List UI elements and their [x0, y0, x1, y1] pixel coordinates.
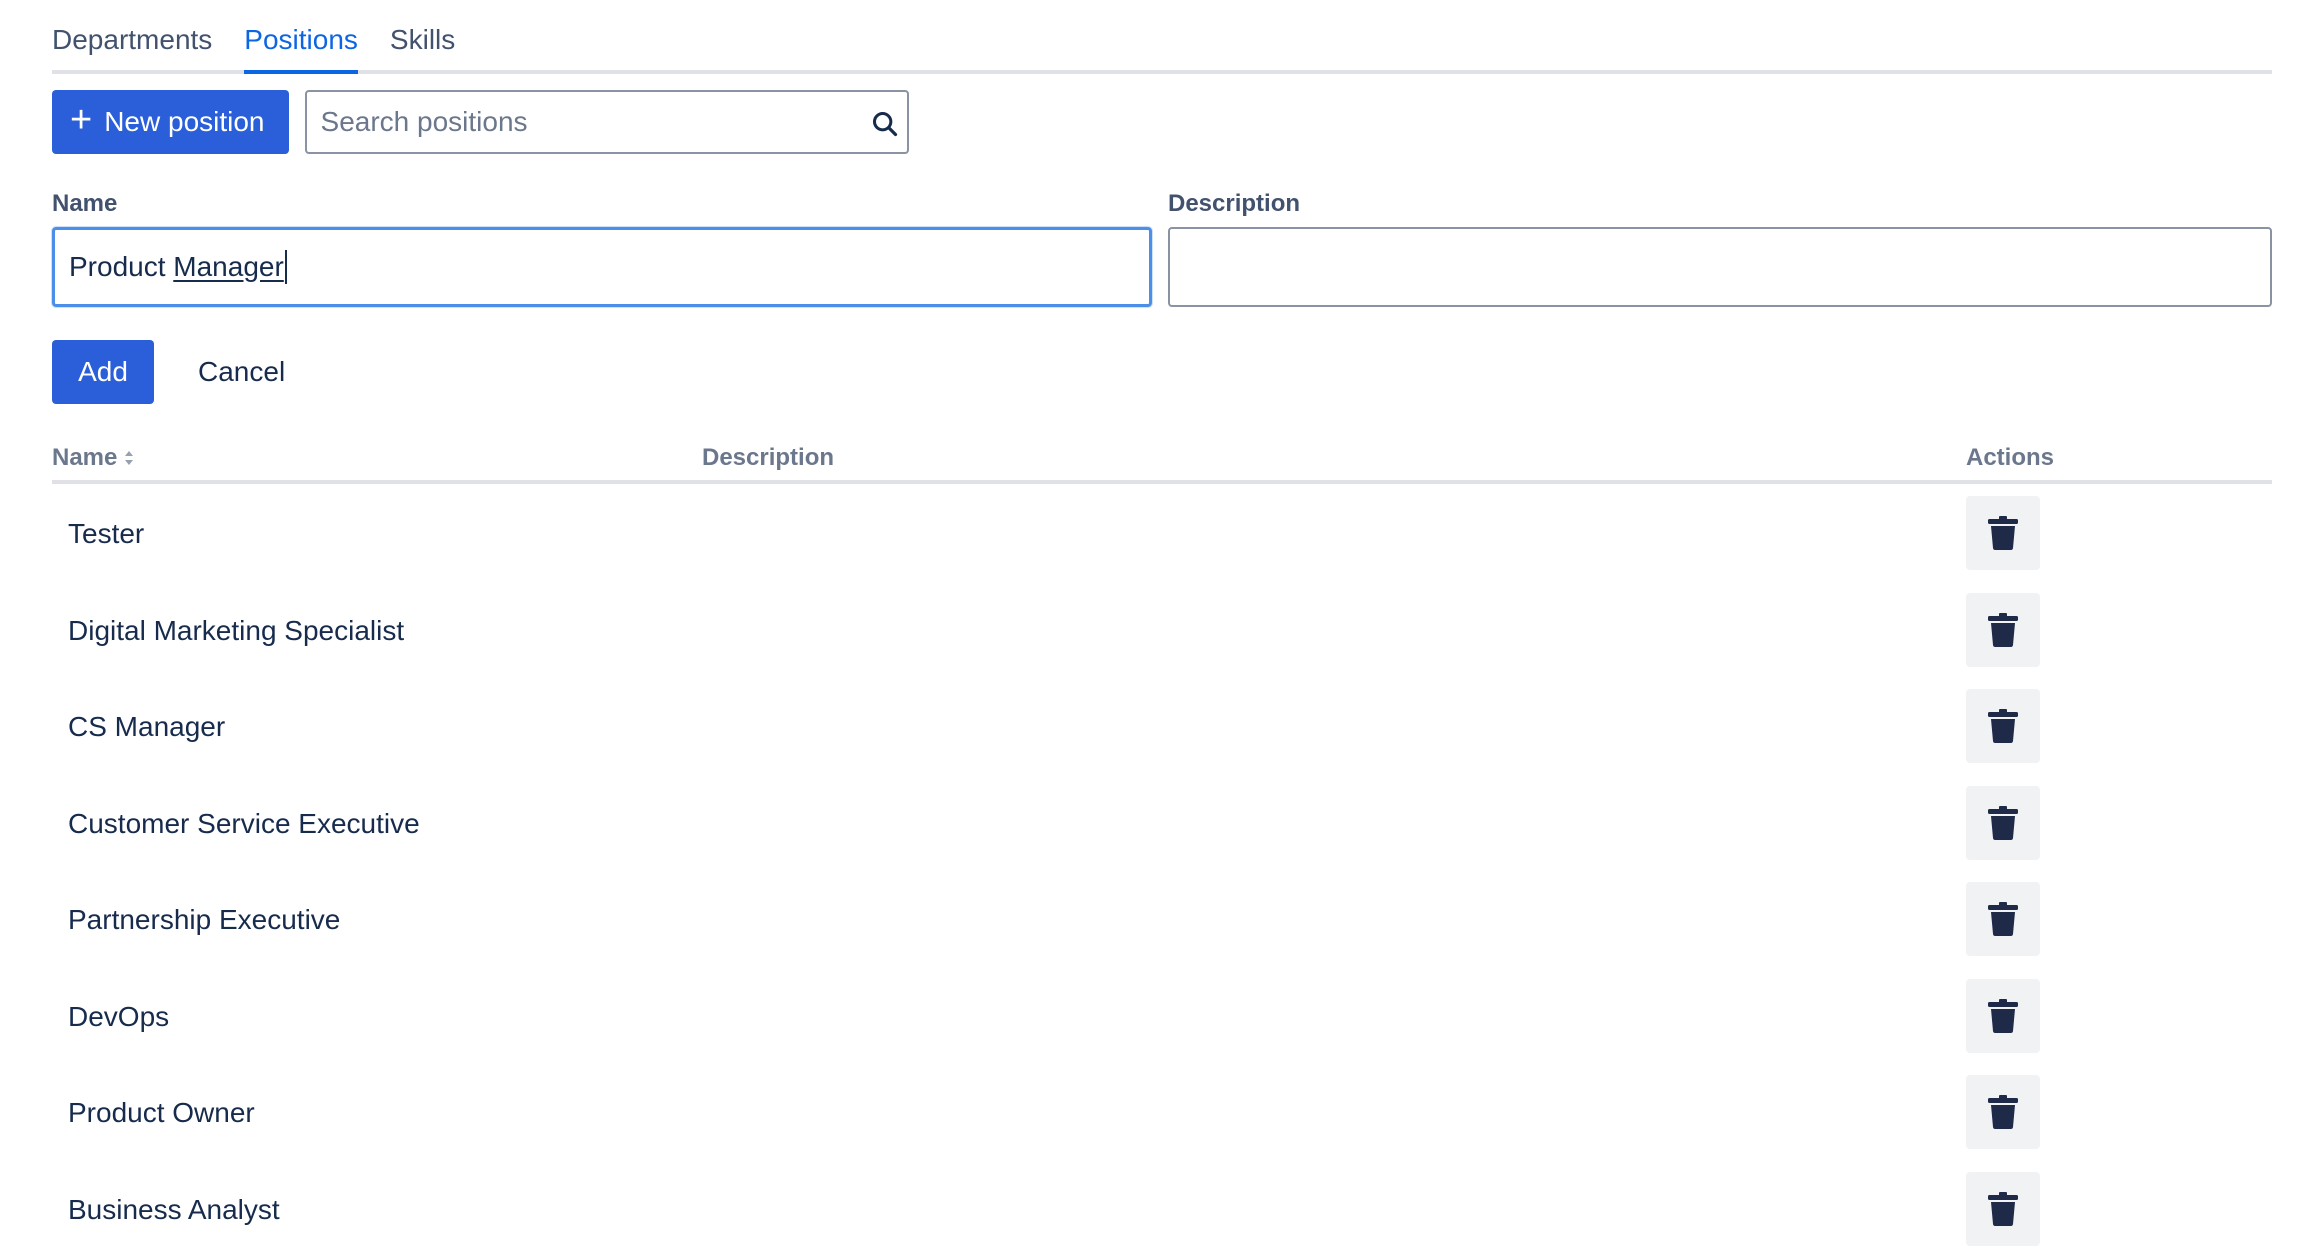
table-header: Name Description Actions: [52, 440, 2272, 484]
table-row: CS Manager: [52, 681, 2272, 778]
row-name: Customer Service Executive: [68, 807, 420, 839]
table-row: Digital Marketing Specialist: [52, 585, 2272, 682]
name-field-label: Name: [52, 190, 118, 217]
tab-positions[interactable]: Positions: [244, 24, 358, 74]
cancel-button[interactable]: Cancel: [194, 340, 289, 404]
table-row: Tester: [52, 488, 2272, 585]
description-field[interactable]: [1168, 227, 2272, 307]
tab-bar: Departments Positions Skills: [52, 0, 2272, 74]
plus-icon: +: [70, 99, 93, 141]
table-row: DevOps: [52, 971, 2272, 1068]
trash-icon: [1988, 902, 2018, 936]
table-row: Business Analyst: [52, 1164, 2272, 1260]
description-field-label: Description: [1168, 190, 1301, 217]
sort-icon: [125, 451, 134, 465]
positions-page: Departments Positions Skills + New posit…: [0, 0, 2312, 1260]
row-name: DevOps: [68, 1000, 170, 1032]
name-field[interactable]: Product Manager: [52, 227, 1152, 307]
table-body: Tester Digital Marketing Specialist CS M…: [52, 488, 2272, 1260]
trash-icon: [1988, 516, 2018, 550]
text-caret: [284, 250, 287, 284]
form-actions: Add Cancel: [52, 340, 289, 404]
new-position-button[interactable]: + New position: [52, 90, 289, 154]
delete-button[interactable]: [1966, 1171, 2040, 1246]
row-name: CS Manager: [68, 711, 226, 742]
table-row: Product Owner: [52, 1067, 2272, 1164]
row-name: Tester: [68, 518, 145, 549]
trash-icon: [1988, 1191, 2018, 1226]
row-name: Digital Marketing Specialist: [68, 614, 405, 646]
toolbar: + New position: [52, 90, 909, 154]
trash-icon: [1988, 709, 2018, 743]
search-input[interactable]: [306, 92, 907, 152]
trash-icon: [1988, 1095, 2018, 1129]
table-row: Customer Service Executive: [52, 778, 2272, 875]
search-box: [304, 90, 909, 154]
column-header-actions: Actions: [1966, 444, 2055, 471]
column-header-description: Description: [702, 444, 835, 471]
table-row: Partnership Executive: [52, 874, 2272, 971]
delete-button[interactable]: [1966, 689, 2040, 763]
trash-icon: [1988, 998, 2018, 1033]
delete-button[interactable]: [1966, 1075, 2040, 1149]
column-header-name[interactable]: Name: [52, 444, 135, 472]
row-name: Product Owner: [68, 1097, 255, 1128]
name-field-value-word: Manager: [173, 251, 284, 282]
add-button[interactable]: Add: [52, 340, 154, 404]
trash-icon: [1988, 612, 2018, 647]
tab-skills[interactable]: Skills: [390, 24, 455, 70]
row-name: Business Analyst: [68, 1193, 280, 1225]
delete-button[interactable]: [1966, 785, 2040, 860]
delete-button[interactable]: [1966, 882, 2040, 956]
delete-button[interactable]: [1966, 978, 2040, 1053]
name-field-value-prefix: Product: [69, 251, 174, 282]
new-position-label: New position: [104, 106, 265, 137]
delete-button[interactable]: [1966, 592, 2040, 667]
tab-departments[interactable]: Departments: [52, 24, 212, 70]
trash-icon: [1988, 805, 2018, 840]
search-icon[interactable]: [871, 110, 899, 138]
row-name: Partnership Executive: [68, 904, 341, 935]
column-header-name-label: Name: [52, 444, 118, 471]
delete-button[interactable]: [1966, 496, 2040, 570]
